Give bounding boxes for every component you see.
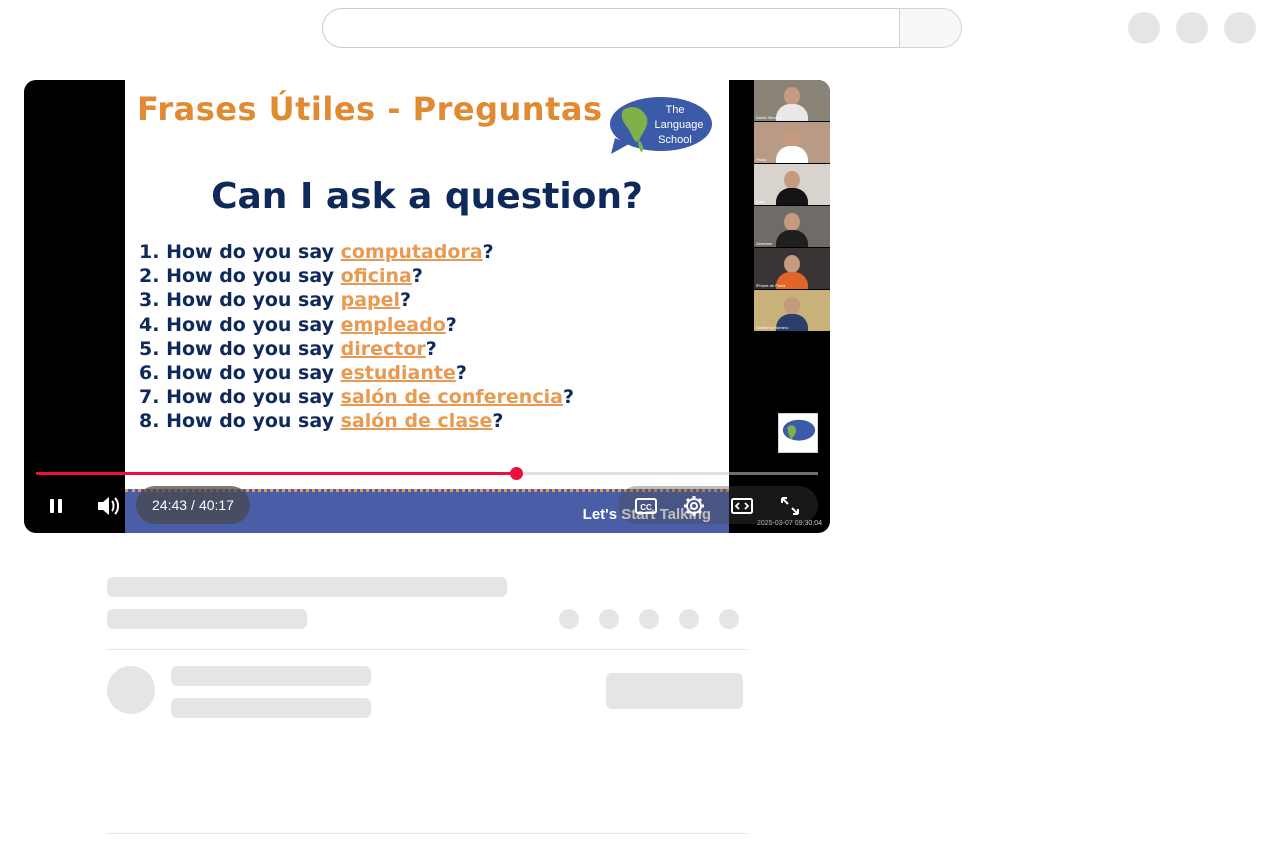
participant-tile: Paula: [754, 122, 830, 163]
video-player[interactable]: Frases Útiles - Preguntas The Language S…: [24, 80, 830, 533]
list-item: 3. How do you say papel?: [139, 289, 412, 312]
cc-icon: CC: [635, 498, 657, 514]
action-placeholder: [599, 609, 619, 629]
scrubber-handle[interactable]: [509, 467, 523, 480]
search-input[interactable]: [322, 8, 899, 48]
theater-mode-button[interactable]: [718, 488, 766, 524]
fullscreen-button[interactable]: [766, 488, 814, 524]
current-time: 24:43: [152, 497, 188, 513]
list-item: 7. How do you say salón de conferencia?: [139, 386, 574, 409]
divider: [107, 833, 747, 834]
channel-meta-placeholder: [171, 698, 371, 718]
theater-mode-icon: [731, 498, 753, 514]
list-item: 6. How do you say estudiante?: [139, 361, 467, 384]
captions-button[interactable]: CC: [622, 488, 670, 524]
subscribe-placeholder: [606, 673, 743, 709]
participant-tile: David Stevens: [754, 80, 830, 121]
action-placeholder: [719, 609, 739, 629]
action-placeholder: [679, 609, 699, 629]
settings-button[interactable]: [670, 488, 718, 524]
pause-icon: [50, 499, 62, 513]
play-pause-button[interactable]: [32, 488, 80, 524]
participant-tile: iPhone de Paola: [754, 248, 830, 289]
divider: [107, 649, 747, 650]
list-item: 2. How do you say oficina?: [139, 265, 423, 288]
slide-question: Can I ask a question?: [211, 176, 643, 217]
list-item: 8. How do you say salón de clase?: [139, 410, 504, 433]
volume-icon: [98, 497, 119, 515]
action-placeholder: [639, 609, 659, 629]
logo-line-3: School: [658, 134, 692, 146]
participant-tile: Dalia: [754, 164, 830, 205]
mute-button[interactable]: [84, 488, 132, 524]
duration: 40:17: [198, 497, 234, 513]
time-display: 24:43 / 40:17: [136, 486, 250, 524]
language-school-logo: The Language School: [610, 97, 712, 154]
small-logo: [778, 413, 818, 453]
question-list: 1. How do you say computadora? 2. How do…: [139, 240, 574, 434]
channel-avatar-placeholder: [107, 666, 155, 714]
progress-bar[interactable]: [36, 467, 818, 480]
fullscreen-icon: [781, 497, 799, 515]
presentation-slide: Frases Útiles - Preguntas The Language S…: [125, 80, 729, 533]
avatar[interactable]: [1224, 12, 1256, 44]
title-placeholder: [107, 577, 507, 597]
action-placeholder: [559, 609, 579, 629]
slide-title: Frases Útiles - Preguntas: [137, 90, 603, 128]
search-bar: [322, 8, 962, 48]
channel-name-placeholder: [171, 666, 371, 686]
logo-line-2: Language: [655, 119, 704, 131]
list-item: 1. How do you say computadora?: [139, 241, 494, 263]
time-separator: /: [191, 497, 195, 513]
notifications-icon[interactable]: [1176, 12, 1208, 44]
subtitle-placeholder: [107, 609, 307, 629]
participant-tile: Guillermo Romero: [754, 290, 830, 331]
participant-gallery: David Stevens Paula Dalia Abraham iPhone…: [754, 80, 830, 332]
list-item: 4. How do you say empleado?: [139, 313, 457, 336]
list-item: 5. How do you say director?: [139, 337, 437, 360]
logo-line-1: The: [666, 104, 685, 116]
progress-played: [36, 472, 517, 475]
create-icon[interactable]: [1128, 12, 1160, 44]
search-button[interactable]: [899, 8, 962, 48]
gear-icon: [684, 496, 704, 516]
svg-text:CC: CC: [640, 503, 652, 512]
participant-tile: Abraham: [754, 206, 830, 247]
